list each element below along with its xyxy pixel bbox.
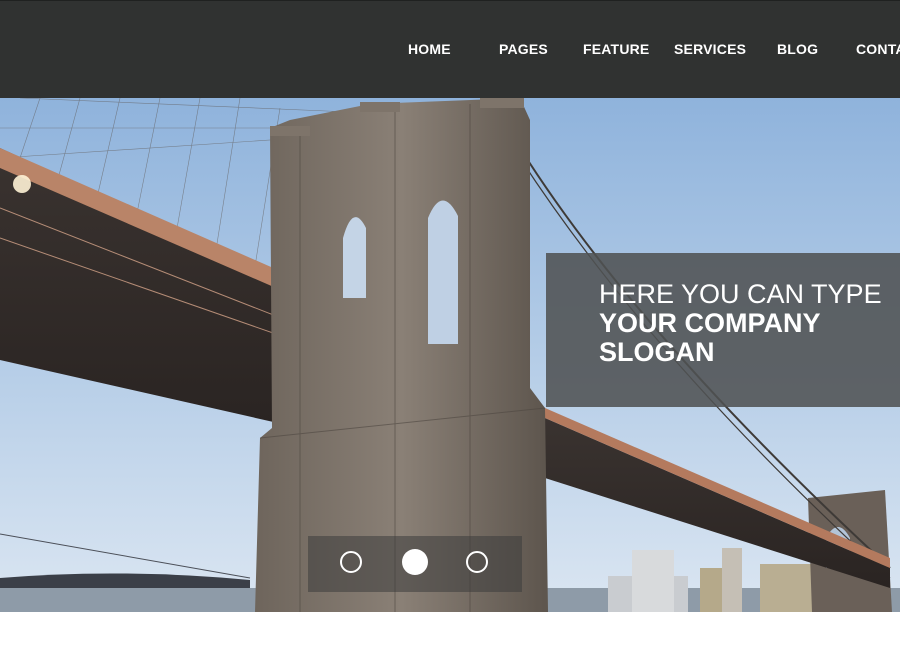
nav-item-services[interactable]: SERVICES xyxy=(674,41,746,57)
slogan-panel: HERE YOU CAN TYPE YOUR COMPANY SLOGAN xyxy=(546,253,900,407)
nav-item-blog[interactable]: BLOG xyxy=(777,41,818,57)
slogan-line-3: SLOGAN xyxy=(599,337,715,367)
nav-item-feature[interactable]: FEATURE xyxy=(583,41,649,57)
slogan-line-1: HERE YOU CAN TYPE xyxy=(599,279,882,309)
main-nav: HOME PAGES FEATURE SERVICES BLOG CONTA xyxy=(0,1,900,98)
header-bar: HOME PAGES FEATURE SERVICES BLOG CONTA xyxy=(0,0,900,98)
nav-item-pages[interactable]: PAGES xyxy=(499,41,548,57)
nav-item-home[interactable]: HOME xyxy=(408,41,451,57)
hero-slider: HERE YOU CAN TYPE YOUR COMPANY SLOGAN xyxy=(0,98,900,612)
slide-dot-3[interactable] xyxy=(466,551,488,573)
slider-pagination xyxy=(308,536,522,592)
page-below-hero xyxy=(0,612,900,650)
slogan-line-2: YOUR COMPANY xyxy=(599,308,821,338)
slide-dot-2-active[interactable] xyxy=(402,549,428,575)
nav-item-contact[interactable]: CONTA xyxy=(856,41,900,57)
slide-dot-1[interactable] xyxy=(340,551,362,573)
